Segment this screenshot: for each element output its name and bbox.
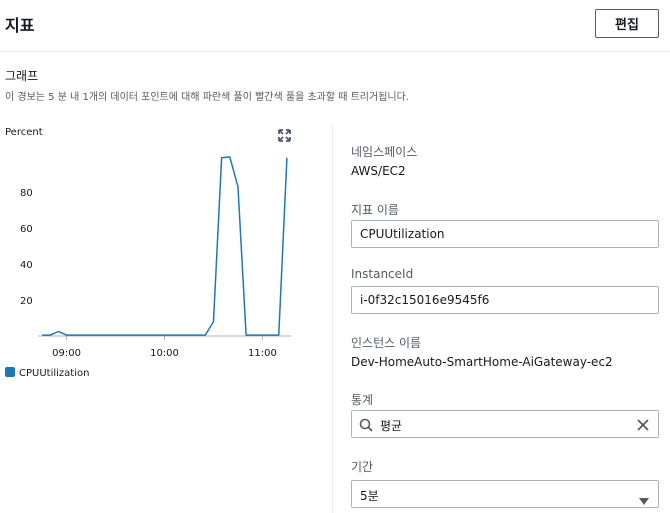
caret-down-icon [638, 491, 650, 510]
header: 지표 편집 [0, 0, 670, 52]
x-tick-label: 11:00 [248, 348, 277, 359]
y-tick-label: 60 [20, 224, 33, 235]
y-axis-label: Percent [5, 127, 43, 138]
cpu-chart: Percent 20 40 60 80 09:00 10:00 11:00 CPUUtil… [5, 127, 291, 379]
statistic-label: 통계 [351, 393, 374, 407]
chart-container: Percent 20 40 60 80 09:00 10:00 11:00 CPUUtil… [0, 120, 310, 390]
x-tick-label: 09:00 [52, 348, 81, 359]
period-select[interactable]: 5분 [351, 480, 659, 508]
instance-name-label: 인스턴스 이름 [351, 336, 422, 350]
metric-name-label: 지표 이름 [351, 203, 399, 217]
statistic-value: 평균 [380, 419, 403, 433]
legend-label: CPUUtilization [19, 368, 89, 379]
namespace-value: AWS/EC2 [351, 164, 406, 178]
graph-section-title: 그래프 [5, 69, 39, 83]
statistic-search-input[interactable]: 평균 [351, 410, 659, 438]
close-icon[interactable] [636, 417, 650, 436]
y-tick-label: 80 [20, 188, 33, 199]
edit-button[interactable]: 편집 [595, 9, 659, 38]
search-icon [359, 417, 373, 436]
legend-swatch [5, 367, 15, 377]
y-tick-label: 40 [20, 260, 33, 271]
metric-name-field[interactable] [351, 220, 659, 248]
expand-icon[interactable] [278, 129, 291, 142]
instance-name-value: Dev-HomeAuto-SmartHome-AiGateway-ec2 [351, 355, 613, 369]
series-line-cpuutilization [42, 156, 288, 336]
period-label: 기간 [351, 460, 374, 474]
page-title: 지표 [5, 16, 35, 35]
y-tick-label: 20 [20, 296, 33, 307]
x-tick-label: 10:00 [150, 348, 179, 359]
period-value: 5분 [360, 489, 379, 503]
graph-section-description: 이 경보는 5 분 내 1개의 데이터 포인트에 대해 파란색 풀이 빨간색 풀… [5, 92, 409, 103]
namespace-label: 네임스페이스 [351, 145, 418, 159]
instance-id-field[interactable] [351, 286, 659, 314]
instance-id-label: InstanceId [351, 267, 414, 281]
column-divider [332, 124, 333, 513]
